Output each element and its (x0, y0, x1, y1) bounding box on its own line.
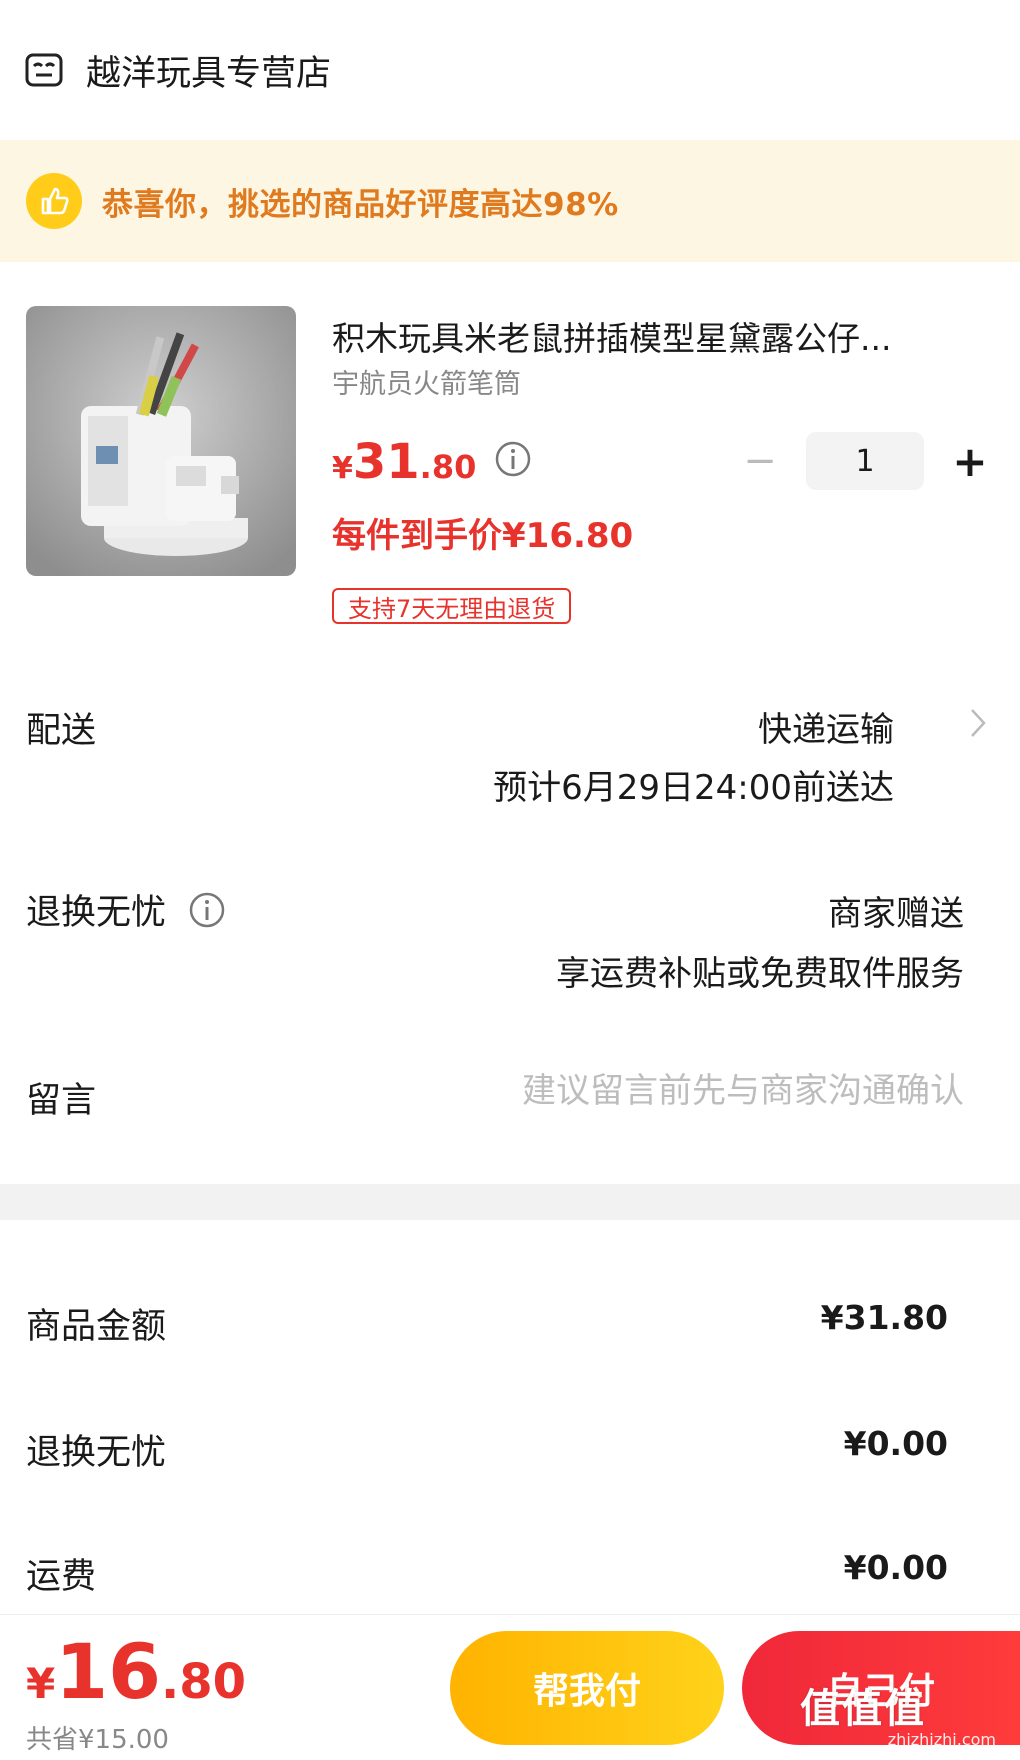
decrease-button[interactable]: − (736, 437, 784, 485)
product-image[interactable] (26, 306, 296, 576)
return-worry-row: 退换无忧 (26, 884, 226, 935)
price-decimal: .80 (419, 448, 477, 486)
summary-worry-label: 退换无忧 (26, 1433, 167, 1473)
total-price: ¥ 16 .80 (26, 1627, 246, 1716)
unit-price: 每件到手价¥16.80 (332, 516, 634, 556)
banner-text: 恭喜你，挑选的商品好评度高达98% (102, 186, 619, 223)
store-icon (25, 53, 63, 87)
summary-shipping-value: ¥0.00 (843, 1548, 948, 1587)
delivery-method[interactable]: 快递运输 (758, 702, 894, 751)
saved-amount: 共省¥15.00 (26, 1725, 169, 1755)
increase-button[interactable]: + (946, 437, 994, 486)
price-currency: ¥ (332, 451, 353, 486)
note-label: 留言 (26, 1081, 97, 1121)
store-header[interactable]: 越洋玩具专营店 (0, 0, 1020, 140)
summary-shipping-label: 运费 (26, 1557, 97, 1597)
price-integer: 31 (352, 434, 420, 490)
help-pay-button[interactable]: 帮我付 (450, 1631, 724, 1745)
note-input[interactable] (384, 1066, 964, 1116)
section-divider (0, 1184, 1020, 1220)
product-card: 积木玩具米老鼠拼插模型星黛露公仔... 宇航员火箭笔筒 ¥ 31 .80 每件到… (0, 300, 1020, 630)
watermark: 值值值 zhizhizhi.com (800, 1676, 1010, 1749)
watermark-logo: 值值值 (800, 1686, 926, 1732)
total-currency: ¥ (26, 1659, 56, 1708)
product-title[interactable]: 积木玩具米老鼠拼插模型星黛露公仔... (332, 312, 992, 360)
info-icon[interactable] (188, 891, 226, 929)
delivery-eta: 预计6月29日24:00前送达 (493, 768, 894, 808)
return-worry-label: 退换无忧 (26, 893, 167, 933)
price-info-icon[interactable] (494, 440, 532, 478)
product-sku[interactable]: 宇航员火箭笔筒 (332, 362, 521, 401)
thumbs-up-icon (26, 173, 82, 229)
delivery-label: 配送 (26, 711, 97, 751)
summary-worry-value: ¥0.00 (843, 1424, 948, 1463)
quantity-value[interactable]: 1 (806, 432, 924, 490)
return-worry-detail: 享运费补贴或免费取件服务 (556, 954, 964, 994)
quantity-stepper: − 1 + (736, 432, 994, 490)
summary-goods-label: 商品金额 (26, 1307, 167, 1347)
rating-banner: 恭喜你，挑选的商品好评度高达98% (0, 140, 1020, 262)
total-integer: 16 (55, 1627, 161, 1716)
watermark-url: zhizhizhi.com (887, 1730, 996, 1749)
return-tag: 支持7天无理由退货 (332, 588, 572, 624)
return-worry-value: 商家赠送 (828, 894, 964, 934)
store-name: 越洋玩具专营店 (86, 53, 332, 94)
product-price: ¥ 31 .80 (332, 434, 532, 490)
summary-goods-value: ¥31.80 (820, 1298, 948, 1337)
total-decimal: .80 (161, 1654, 247, 1710)
chevron-right-icon[interactable] (966, 706, 990, 740)
